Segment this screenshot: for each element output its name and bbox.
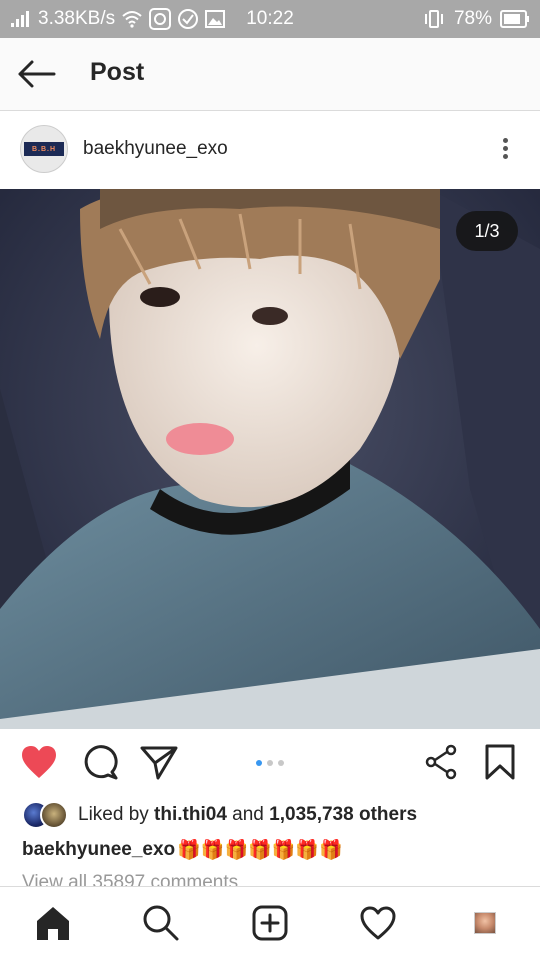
home-icon[interactable]	[33, 903, 73, 943]
post-photo[interactable]	[0, 189, 540, 729]
bottom-nav	[0, 886, 540, 960]
top-bar: Post	[0, 38, 540, 111]
carousel-dots	[256, 760, 284, 766]
vibrate-icon	[422, 9, 446, 29]
share-direct-icon[interactable]	[140, 744, 178, 785]
status-right: 78%	[422, 8, 530, 30]
carousel-dot	[278, 760, 284, 766]
avatar[interactable]: B.B.H	[20, 125, 68, 173]
carousel-counter: 1/3	[456, 211, 518, 251]
like-heart-icon[interactable]	[20, 744, 58, 785]
likes-text: Liked by thi.thi04 and 1,035,738 others	[78, 804, 417, 826]
carousel-dot-active	[256, 760, 262, 766]
search-icon[interactable]	[141, 903, 181, 943]
selfie-image	[0, 189, 540, 729]
likes-row[interactable]: Liked by thi.thi04 and 1,035,738 others	[22, 800, 417, 830]
post-actions	[0, 730, 540, 800]
likes-middle: and	[226, 804, 270, 825]
add-post-icon[interactable]	[250, 903, 290, 943]
more-options-icon[interactable]	[500, 135, 510, 167]
post-username[interactable]: baekhyunee_exo	[83, 138, 228, 160]
caption-username[interactable]: baekhyunee_exo	[22, 839, 175, 861]
profile-thumbnail	[474, 912, 496, 934]
likes-prefix: Liked by	[78, 804, 155, 825]
carousel-dot	[267, 760, 273, 766]
bookmark-icon[interactable]	[484, 744, 516, 785]
comment-icon[interactable]	[82, 744, 118, 785]
avatar-logo: B.B.H	[24, 142, 64, 156]
status-bar: 3.38KB/s 10:22 78%	[0, 0, 540, 38]
battery-icon	[500, 10, 530, 28]
page-title: Post	[90, 58, 145, 86]
back-arrow-icon[interactable]	[16, 58, 56, 90]
likes-count[interactable]: 1,035,738 others	[269, 804, 417, 825]
caption: baekhyunee_exo 🎁🎁🎁🎁🎁🎁🎁	[22, 838, 343, 862]
share-icon[interactable]	[424, 744, 458, 785]
liked-by-user[interactable]: thi.thi04	[154, 804, 227, 825]
post-header: B.B.H baekhyunee_exo	[0, 111, 540, 189]
activity-heart-icon[interactable]	[358, 903, 398, 943]
profile-icon[interactable]	[465, 903, 505, 943]
liker-avatar	[40, 801, 68, 829]
caption-text: 🎁🎁🎁🎁🎁🎁🎁	[177, 840, 343, 861]
battery-percent: 78%	[453, 8, 492, 29]
